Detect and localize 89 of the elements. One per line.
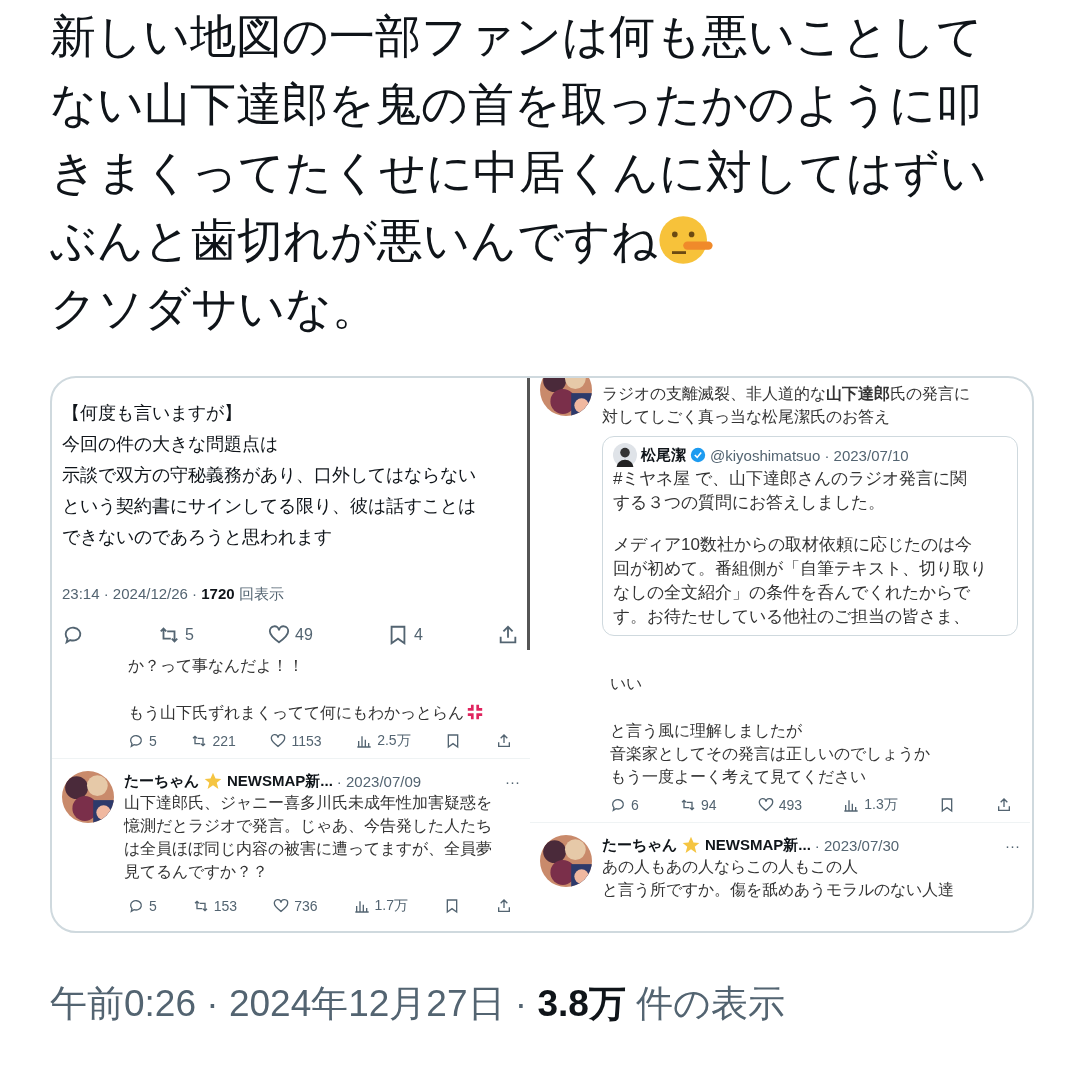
bar-chart-icon [843, 797, 860, 813]
star-icon [681, 835, 701, 855]
reply-button[interactable]: 6 [610, 797, 639, 813]
post-text: #ミヤネ屋 で、山下達郎さんのラジオ発言に関 [613, 468, 969, 490]
bar-chart-icon [356, 733, 373, 749]
post-text: あの人もあの人ならこの人もこの人 [602, 857, 859, 877]
views-button[interactable]: 1.7万 [353, 897, 408, 915]
post-text: は全員ほぼ同じ内容の被害に遭ってますが、全員夢 [124, 839, 493, 859]
post-text: す。お待たせしている他社のご担当の皆さま、 [613, 606, 971, 628]
post-text: 示談で双方の守秘義務があり、口外してはならない [62, 464, 477, 487]
retweet-icon [158, 624, 181, 646]
share-button[interactable] [496, 898, 512, 914]
post-text: ラジオの支離滅裂、非人道的な山下達郎氏の発言に [602, 384, 971, 404]
post-text: と言う風に理解しましたが [610, 721, 803, 741]
user-name: たーちゃん [602, 835, 677, 855]
post-text: 山下達郎氏、ジャニー喜多川氏未成年性加害疑惑を [124, 793, 493, 813]
reply-button[interactable]: 5 [128, 898, 157, 914]
post-text: できないのであろうと思われます [62, 526, 333, 549]
post-text: 【何度も言いますが】 [62, 402, 243, 425]
bookmark-button[interactable] [444, 898, 460, 914]
share-icon [497, 624, 519, 646]
post-date: · 2023/07/09 [336, 772, 422, 790]
view-count: 3.8万 [537, 983, 626, 1024]
like-button[interactable]: 736 [273, 898, 318, 914]
post-timestamp: 23:14 · 2024/12/26 · [62, 585, 198, 602]
views-label: 回表示 [238, 585, 284, 602]
post-text: 憶測だとラジオで発言。じゃあ、今告発した人たち [124, 816, 493, 836]
post-text: 今回の件の大きな問題点は [62, 433, 279, 456]
anger-icon [466, 703, 484, 721]
reply-icon [128, 898, 144, 914]
view-count: 1720 [201, 585, 235, 602]
retweet-button[interactable]: 221 [191, 733, 236, 749]
heart-icon [757, 797, 774, 813]
more-button[interactable]: ··· [505, 772, 520, 790]
share-button[interactable] [495, 733, 512, 749]
post-text: 回が初めて。番組側が「自筆テキスト、切り取り [613, 558, 988, 580]
post-text: なしの全文紹介」の条件を呑んでくれたからで [613, 582, 971, 604]
bookmark-button[interactable]: 4 [387, 624, 423, 646]
post-text: 対してしごく真っ当な松尾潔氏のお答え [602, 407, 891, 427]
tweet-text: クソダサいな。 [50, 281, 379, 336]
share-icon [495, 733, 512, 749]
star-icon [203, 771, 223, 791]
retweet-icon [192, 898, 209, 914]
user-name: 松尾潔 [641, 445, 686, 465]
reply-icon [128, 733, 144, 749]
tweet-text: 新しい地図の一部ファンは何も悪いことしてない山下達郎を鬼の首を取ったかのように叩きまくってたくせに中居くんに対してはずい [50, 9, 988, 200]
share-icon [496, 898, 512, 914]
retweet-button[interactable]: 153 [192, 898, 238, 914]
retweet-button[interactable]: 94 [679, 797, 717, 813]
user-name: NEWSMAP新... [227, 771, 333, 791]
share-button[interactable] [497, 624, 519, 646]
like-button[interactable]: 49 [268, 624, 313, 646]
user-name: NEWSMAP新... [705, 835, 811, 855]
user-name: たーちゃん [124, 771, 199, 791]
heart-icon [270, 733, 287, 749]
post-timestamp: 午前0:26 · 2024年12月27日 · [50, 983, 528, 1024]
post-text: する３つの質問にお答えしました。 [613, 492, 886, 514]
post-text: もう一度よーく考えて見てください [610, 767, 867, 787]
like-button[interactable]: 1153 [270, 733, 322, 749]
bookmark-icon [444, 898, 460, 914]
bar-chart-icon [353, 898, 370, 914]
heart-icon [273, 898, 290, 914]
share-button[interactable] [996, 797, 1012, 813]
post-text: もう山下氏ずれまくってて何にもわかっとらん [128, 704, 464, 721]
views-label: 件の表示 [636, 983, 786, 1024]
retweet-button[interactable]: 5 [158, 624, 194, 646]
post-text: か？って事なんだよ！！ [128, 656, 305, 676]
post-text: いい [610, 674, 643, 694]
reply-icon [610, 797, 626, 813]
reply-button[interactable]: 5 [128, 733, 157, 749]
retweet-icon [679, 797, 696, 813]
post-text: という契約書にサインしてる限り、彼は話すことは [62, 495, 477, 518]
tweet-text: ぶんと歯切れが悪いんですね [50, 213, 658, 268]
reply-icon [62, 624, 84, 646]
post-text: 音楽家としてその発言は正しいのでしょうか [610, 744, 931, 764]
retweet-icon [191, 733, 208, 749]
post-date: · 2023/07/30 [814, 836, 900, 854]
post-text: 見てるんですか？？ [124, 862, 269, 882]
share-icon [996, 797, 1012, 813]
heart-icon [268, 624, 291, 646]
views-button[interactable]: 1.3万 [843, 796, 898, 814]
more-button[interactable]: ··· [1005, 836, 1020, 854]
views-button[interactable]: 2.5万 [356, 732, 411, 750]
verified-badge-icon [690, 447, 706, 463]
user-handle: @kiyoshimatsuo · 2023/07/10 [710, 446, 909, 464]
post-text: メディア10数社からの取材依頼に応じたのは今 [613, 534, 973, 556]
reply-button[interactable] [62, 624, 84, 646]
like-button[interactable]: 493 [757, 797, 803, 813]
post-text: と言う所ですか。傷を舐めあうモラルのない人達 [602, 880, 955, 900]
